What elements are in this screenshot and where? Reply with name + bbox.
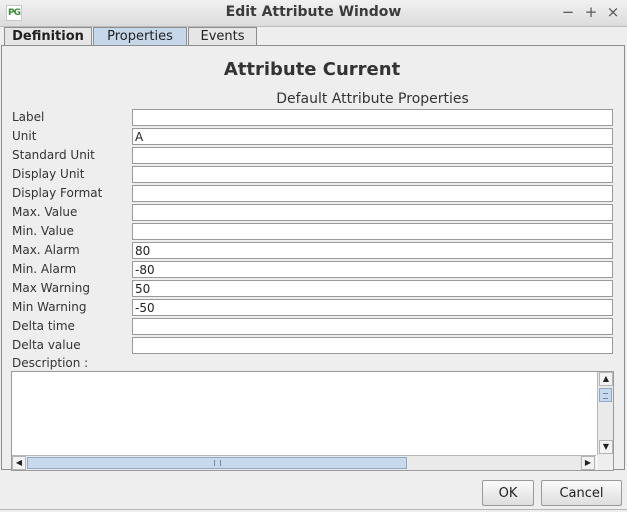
max-alarm-field-label: Max. Alarm xyxy=(12,243,80,257)
delta-time-field-label: Delta time xyxy=(12,319,75,333)
display-format-field[interactable] xyxy=(132,185,613,202)
minimize-button[interactable]: − xyxy=(560,3,576,21)
scroll-down-icon[interactable]: ▼ xyxy=(599,440,613,454)
min-value-field-label: Min. Value xyxy=(12,224,74,238)
max-value-field[interactable] xyxy=(132,204,613,221)
unit-field-label: Unit xyxy=(12,129,37,143)
title-bar[interactable]: PG Edit Attribute Window − + × xyxy=(0,0,627,27)
horizontal-scrollbar[interactable]: ◀ ▶ xyxy=(12,455,596,470)
max-alarm-field[interactable] xyxy=(132,242,613,259)
min-warning-field[interactable] xyxy=(132,299,613,316)
max-warning-field[interactable] xyxy=(132,280,613,297)
display-unit-field[interactable] xyxy=(132,166,613,183)
tab-bar: Definition Properties Events xyxy=(0,26,627,46)
min-warning-field-label: Min Warning xyxy=(12,300,87,314)
delta-value-field[interactable] xyxy=(132,337,613,354)
delta-time-field[interactable] xyxy=(132,318,613,335)
edit-attribute-window: PG Edit Attribute Window − + × Definitio… xyxy=(0,0,627,512)
description-textarea[interactable] xyxy=(12,372,596,455)
standard-unit-field-label: Standard Unit xyxy=(12,148,95,162)
min-alarm-field[interactable] xyxy=(132,261,613,278)
scroll-up-icon[interactable]: ▲ xyxy=(599,372,613,386)
min-alarm-field-label: Min. Alarm xyxy=(12,262,77,276)
unit-field[interactable] xyxy=(132,128,613,145)
window-bottom-border xyxy=(0,509,627,510)
max-value-field-label: Max. Value xyxy=(12,205,78,219)
scroll-left-icon[interactable]: ◀ xyxy=(12,456,26,470)
properties-subheading: Default Attribute Properties xyxy=(276,91,469,107)
grip-icon xyxy=(214,460,221,466)
scroll-right-icon[interactable]: ▶ xyxy=(581,456,595,470)
vertical-scrollbar[interactable]: ▲ ▼ xyxy=(597,372,613,455)
standard-unit-field[interactable] xyxy=(132,147,613,164)
max-warning-field-label: Max Warning xyxy=(12,281,90,295)
ok-button[interactable]: OK xyxy=(482,480,534,506)
scroll-corner xyxy=(597,455,613,470)
delta-value-field-label: Delta value xyxy=(12,338,81,352)
tab-properties[interactable]: Properties xyxy=(93,27,187,45)
tab-events[interactable]: Events xyxy=(188,27,257,45)
display-unit-field-label: Display Unit xyxy=(12,167,85,181)
vertical-scroll-thumb[interactable] xyxy=(599,388,612,402)
display-format-field-label: Display Format xyxy=(12,186,103,200)
grip-icon xyxy=(603,393,608,399)
horizontal-scroll-thumb[interactable] xyxy=(27,457,407,469)
label-field[interactable] xyxy=(132,109,613,126)
min-value-field[interactable] xyxy=(132,223,613,240)
attribute-heading: Attribute Current xyxy=(223,59,401,80)
close-button[interactable]: × xyxy=(605,3,621,21)
maximize-button[interactable]: + xyxy=(583,3,599,21)
cancel-button[interactable]: Cancel xyxy=(541,480,622,506)
window-title: Edit Attribute Window xyxy=(225,4,402,20)
description-label: Description : xyxy=(12,356,89,370)
label-field-label: Label xyxy=(12,110,45,124)
tab-definition[interactable]: Definition xyxy=(4,27,92,45)
description-scroll-pane: ▲ ▼ ◀ ▶ xyxy=(11,371,614,471)
